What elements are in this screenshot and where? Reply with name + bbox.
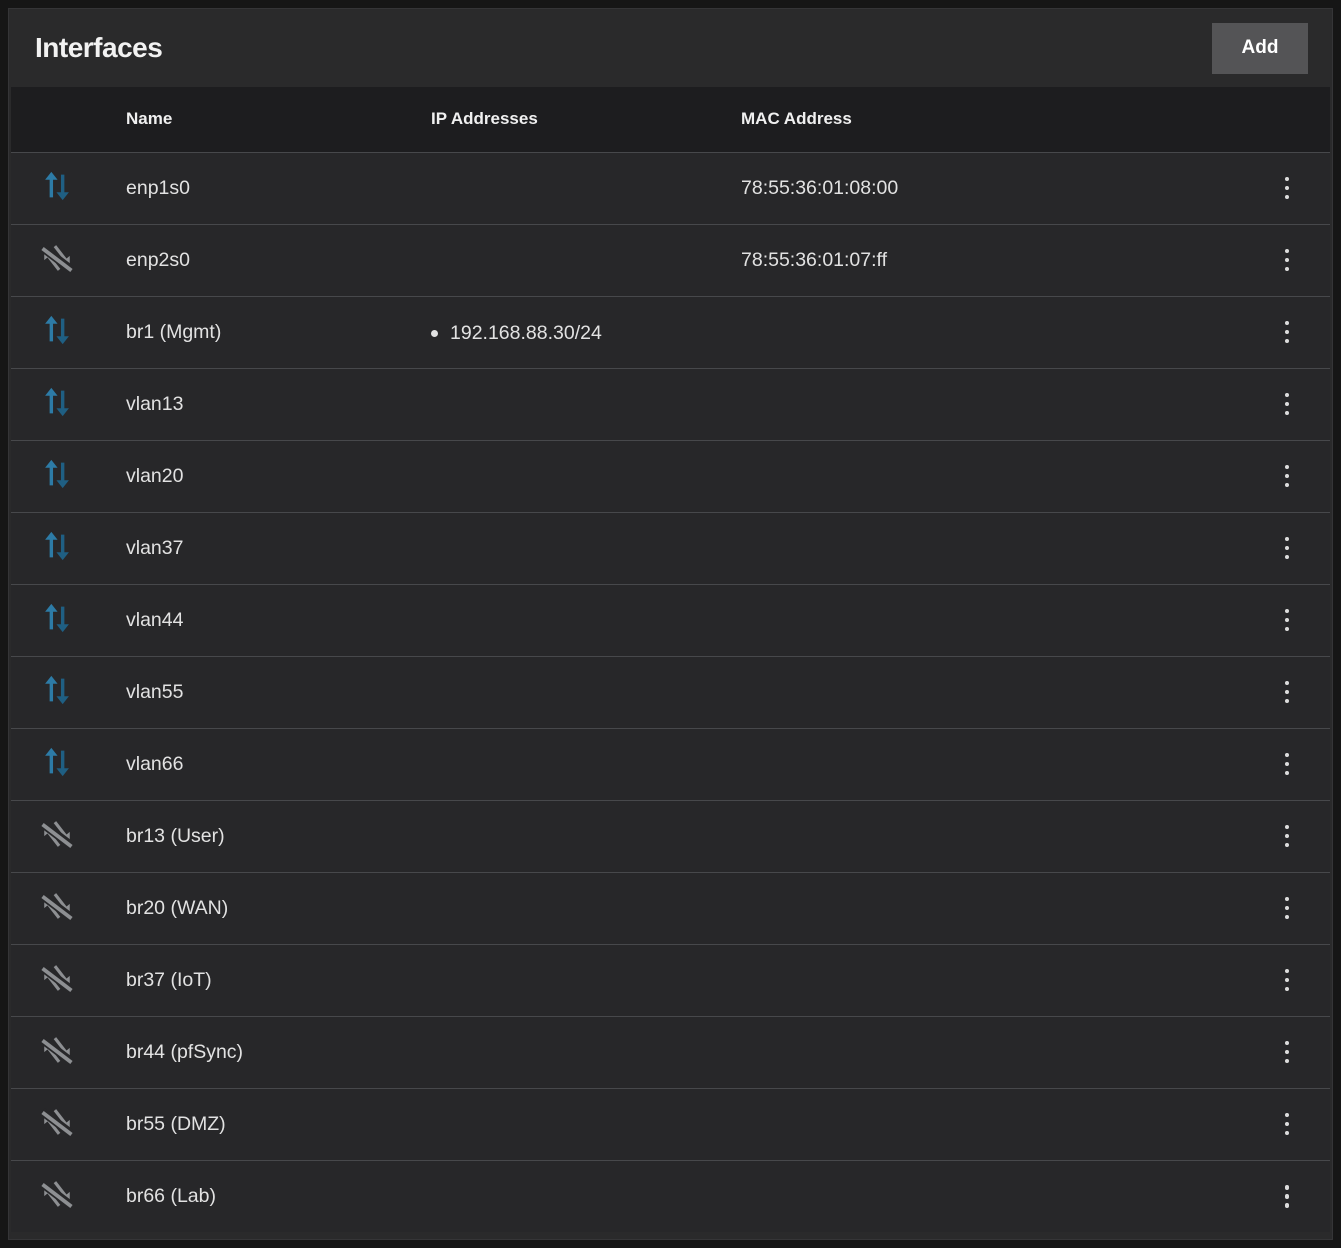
bullet-icon [431,330,438,337]
interface-name: vlan44 [126,609,183,631]
mac-address [741,728,1244,800]
kebab-vertical-icon[interactable] [1271,887,1304,930]
slashed-arrows-icon [40,817,74,851]
slashed-arrows-icon [40,1033,74,1067]
interface-name: vlan20 [126,465,183,487]
table-row[interactable]: vlan66 [11,728,1330,800]
table-row[interactable]: br44 (pfSync) [11,1016,1330,1088]
column-header-actions [1244,87,1330,152]
interfaces-table: Name IP Addresses MAC Address [11,87,1330,1232]
table-row[interactable]: enp2s0 78:55:36:01:07:ff [11,224,1330,296]
mac-address [741,512,1244,584]
table-row[interactable]: vlan44 [11,584,1330,656]
up-down-arrows-icon [40,529,74,563]
interface-name: br66 (Lab) [126,1185,216,1207]
card-header: Interfaces Add [9,9,1332,87]
table-row[interactable]: vlan37 [11,512,1330,584]
mac-address [741,368,1244,440]
interface-name: vlan66 [126,753,183,775]
table-row[interactable]: enp1s0 78:55:36:01:08:00 [11,152,1330,224]
kebab-vertical-icon[interactable] [1271,1031,1304,1074]
kebab-vertical-icon[interactable] [1271,527,1304,570]
interfaces-card: Interfaces Add Name IP Addresses MAC Add… [8,8,1333,1240]
interface-name: br1 (Mgmt) [126,321,221,343]
interface-name: br20 (WAN) [126,897,228,919]
table-row[interactable]: br66 (Lab) [11,1160,1330,1232]
kebab-vertical-icon[interactable] [1271,239,1304,282]
mac-address: 78:55:36:01:08:00 [741,152,1244,224]
kebab-vertical-icon[interactable] [1271,383,1304,426]
up-down-arrows-icon [40,601,74,635]
table-row[interactable]: br55 (DMZ) [11,1088,1330,1160]
interfaces-table-body: enp1s0 78:55:36:01:08:00 [11,152,1330,1232]
kebab-vertical-icon[interactable] [1271,671,1304,714]
up-down-arrows-icon [40,385,74,419]
slashed-arrows-icon [40,961,74,995]
page-title: Interfaces [35,32,162,64]
up-down-arrows-icon [40,745,74,779]
kebab-vertical-icon[interactable] [1271,1103,1304,1146]
slashed-arrows-icon [40,889,74,923]
mac-address [741,1016,1244,1088]
table-row[interactable]: br20 (WAN) [11,872,1330,944]
mac-address [741,800,1244,872]
mac-address [741,656,1244,728]
table-header-row: Name IP Addresses MAC Address [11,87,1330,152]
interfaces-table-wrap: Name IP Addresses MAC Address [11,87,1330,1232]
column-header-status [11,87,126,152]
mac-address [741,1088,1244,1160]
table-row[interactable]: br1 (Mgmt) 192.168.88.30/24 [11,296,1330,368]
mac-address [741,440,1244,512]
ip-address-entry: 192.168.88.30/24 [431,322,602,345]
add-button[interactable]: Add [1212,23,1308,74]
slashed-arrows-icon [40,1105,74,1139]
interface-name: vlan13 [126,393,183,415]
table-row[interactable]: vlan55 [11,656,1330,728]
interface-name: enp1s0 [126,177,190,199]
table-row[interactable]: br13 (User) [11,800,1330,872]
interface-name: enp2s0 [126,249,190,271]
kebab-vertical-icon[interactable] [1271,743,1304,786]
kebab-vertical-icon[interactable] [1271,167,1304,210]
interface-name: vlan37 [126,537,183,559]
column-header-name: Name [126,87,431,152]
kebab-vertical-icon[interactable] [1271,815,1304,858]
interface-name: br55 (DMZ) [126,1113,226,1135]
column-header-ip: IP Addresses [431,87,741,152]
mac-address [741,944,1244,1016]
kebab-vertical-icon[interactable] [1271,1175,1304,1218]
up-down-arrows-icon [40,673,74,707]
up-down-arrows-icon [40,169,74,203]
table-row[interactable]: vlan13 [11,368,1330,440]
mac-address [741,584,1244,656]
interface-name: br13 (User) [126,825,225,847]
interface-name: br44 (pfSync) [126,1041,243,1063]
kebab-vertical-icon[interactable] [1271,959,1304,1002]
slashed-arrows-icon [40,241,74,275]
up-down-arrows-icon [40,313,74,347]
ip-address: 192.168.88.30/24 [450,322,602,345]
table-row[interactable]: vlan20 [11,440,1330,512]
mac-address [741,1160,1244,1232]
kebab-vertical-icon[interactable] [1271,599,1304,642]
up-down-arrows-icon [40,457,74,491]
slashed-arrows-icon [40,1177,74,1211]
table-row[interactable]: br37 (IoT) [11,944,1330,1016]
interface-name: vlan55 [126,681,183,703]
kebab-vertical-icon[interactable] [1271,311,1304,354]
mac-address [741,872,1244,944]
interface-name: br37 (IoT) [126,969,212,991]
kebab-vertical-icon[interactable] [1271,455,1304,498]
mac-address [741,296,1244,368]
column-header-mac: MAC Address [741,87,1244,152]
mac-address: 78:55:36:01:07:ff [741,224,1244,296]
